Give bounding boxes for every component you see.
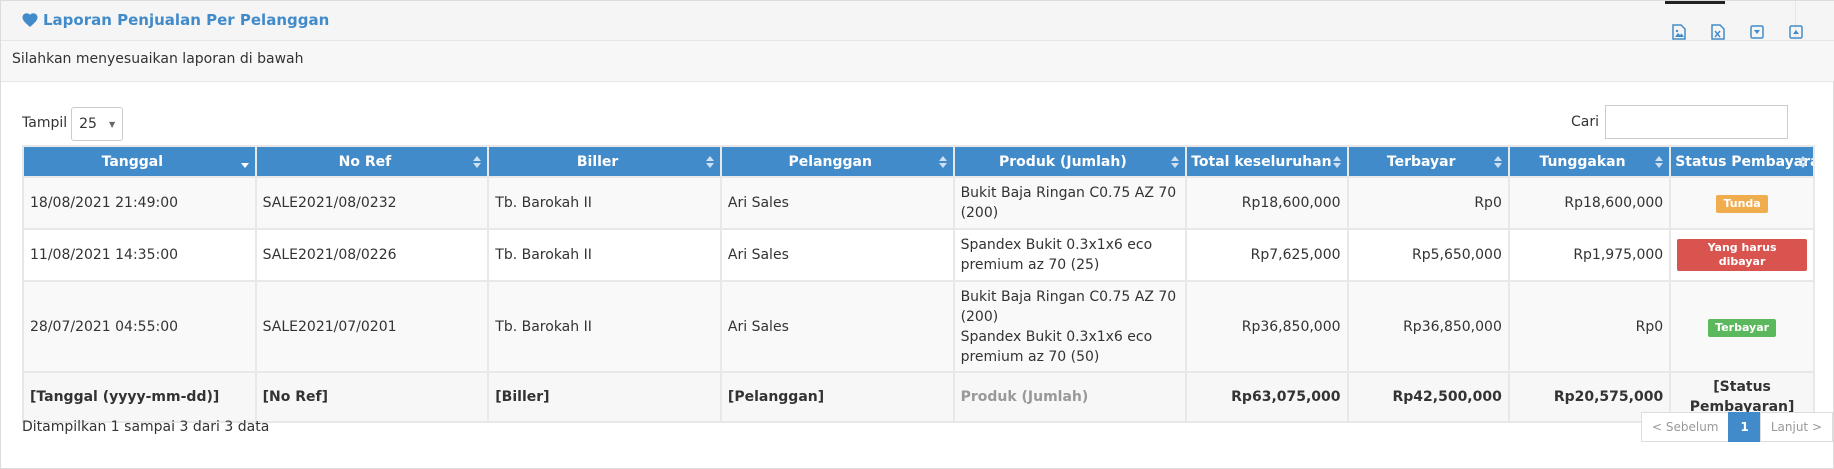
- cell-produk: Bukit Baja Ringan C0.75 AZ 70 (200) Span…: [952, 280, 1188, 373]
- cell-produk: Spandex Bukit 0.3x1x6 eco premium az 70 …: [952, 228, 1188, 282]
- sort-icon: [1170, 155, 1180, 169]
- cell-no-ref: SALE2021/07/0201: [254, 280, 490, 373]
- panel-header: Laporan Penjualan Per Pelanggan: [1, 1, 1834, 41]
- cell-produk: Bukit Baja Ringan C0.75 AZ 70 (200): [952, 176, 1188, 230]
- sort-icon: [1798, 155, 1808, 169]
- column-header-biller[interactable]: Biller: [487, 145, 722, 178]
- produk-line: Bukit Baja Ringan C0.75 AZ 70 (200): [960, 288, 1177, 325]
- footer-terbayar-sum: Rp42,500,000: [1346, 371, 1510, 423]
- column-header-tunggakan[interactable]: Tunggakan: [1507, 145, 1672, 178]
- sort-desc-icon: [240, 155, 250, 169]
- image-export-icon[interactable]: [1670, 23, 1688, 41]
- search-input[interactable]: [1605, 105, 1788, 139]
- search-label: Cari: [1571, 114, 1599, 130]
- cell-no-ref: SALE2021/08/0232: [254, 176, 490, 230]
- table-info: Ditampilkan 1 sampai 3 dari 3 data: [22, 419, 270, 435]
- produk-line: Spandex Bukit 0.3x1x6 eco premium az 70 …: [960, 237, 1153, 273]
- cell-tunggakan: Rp1,975,000: [1507, 228, 1672, 282]
- sort-icon: [472, 155, 482, 169]
- cell-tunggakan: Rp18,600,000: [1507, 176, 1672, 230]
- produk-line: Spandex Bukit 0.3x1x6 eco premium az 70 …: [960, 328, 1153, 365]
- sort-icon: [1654, 155, 1664, 169]
- table-header-row: Tanggal No Ref Biller Pelanggan Produk (…: [22, 145, 1815, 178]
- column-header-no-ref[interactable]: No Ref: [254, 145, 490, 178]
- page-length-value: 25: [79, 116, 97, 132]
- table-footer-row: [Tanggal (yyyy-mm-dd)] [No Ref] [Biller]…: [22, 371, 1815, 423]
- tooltip-arrow: [1665, 1, 1725, 4]
- footer-filter-no-ref[interactable]: [No Ref]: [254, 371, 490, 423]
- page-length-control: Tampil 25 ▼: [22, 105, 124, 141]
- cell-biller: Tb. Barokah II: [487, 280, 722, 373]
- cell-no-ref: SALE2021/08/0226: [254, 228, 490, 282]
- heart-icon: [21, 11, 39, 29]
- pagination-prev-button[interactable]: < Sebelum: [1641, 412, 1730, 442]
- cell-terbayar: Rp5,650,000: [1346, 228, 1510, 282]
- page-title: Laporan Penjualan Per Pelanggan: [21, 11, 329, 29]
- cell-biller: Tb. Barokah II: [487, 176, 722, 230]
- pagination: < Sebelum 1 Lanjut >: [1641, 412, 1833, 442]
- cell-total: Rp18,600,000: [1185, 176, 1349, 230]
- page-length-label: Tampil: [22, 115, 68, 131]
- cell-tanggal: 11/08/2021 14:35:00: [22, 228, 257, 282]
- page-length-select[interactable]: 25 ▼: [71, 107, 124, 141]
- column-header-pelanggan[interactable]: Pelanggan: [719, 145, 955, 178]
- table-row[interactable]: 18/08/2021 21:49:00 SALE2021/08/0232 Tb.…: [22, 176, 1815, 230]
- page-title-text: Laporan Penjualan Per Pelanggan: [43, 11, 330, 29]
- column-header-total[interactable]: Total keseluruhan: [1185, 145, 1349, 178]
- column-header-tanggal[interactable]: Tanggal: [22, 145, 257, 178]
- footer-filter-pelanggan[interactable]: [Pelanggan]: [719, 371, 955, 423]
- chevron-down-icon: ▼: [108, 119, 116, 129]
- cell-tunggakan: Rp0: [1507, 280, 1672, 373]
- status-badge: Tunda: [1716, 195, 1768, 213]
- cell-tanggal: 18/08/2021 21:49:00: [22, 176, 257, 230]
- sort-icon: [705, 155, 715, 169]
- cell-total: Rp7,625,000: [1185, 228, 1349, 282]
- header-tools: [1649, 23, 1805, 41]
- status-badge: Yang harus dibayar: [1677, 239, 1807, 271]
- sort-icon: [1332, 155, 1342, 169]
- table-row[interactable]: 11/08/2021 14:35:00 SALE2021/08/0226 Tb.…: [22, 228, 1815, 282]
- cell-terbayar: Rp0: [1346, 176, 1510, 230]
- cell-pelanggan: Ari Sales: [719, 228, 955, 282]
- sort-icon: [938, 155, 948, 169]
- intro-text: Silahkan menyesuaikan laporan di bawah: [1, 41, 1834, 82]
- footer-filter-tanggal[interactable]: [Tanggal (yyyy-mm-dd)]: [22, 371, 257, 423]
- pagination-next-button[interactable]: Lanjut >: [1759, 412, 1833, 442]
- search-control: Cari: [1571, 105, 1788, 139]
- cell-pelanggan: Ari Sales: [719, 280, 955, 373]
- report-panel: Laporan Penjualan Per Pelanggan Silahkan…: [0, 0, 1834, 469]
- cell-status: Terbayar: [1669, 280, 1815, 373]
- excel-export-icon[interactable]: [1709, 23, 1727, 41]
- footer-filter-biller[interactable]: [Biller]: [487, 371, 722, 423]
- footer-produk-label: Produk (Jumlah): [952, 371, 1188, 423]
- footer-total-sum: Rp63,075,000: [1185, 371, 1349, 423]
- cell-status: Yang harus dibayar: [1669, 228, 1815, 282]
- column-header-terbayar[interactable]: Terbayar: [1346, 145, 1510, 178]
- cell-tanggal: 28/07/2021 04:55:00: [22, 280, 257, 373]
- cell-total: Rp36,850,000: [1185, 280, 1349, 373]
- expand-up-icon[interactable]: [1787, 23, 1805, 41]
- cell-terbayar: Rp36,850,000: [1346, 280, 1510, 373]
- produk-line: Bukit Baja Ringan C0.75 AZ 70 (200): [960, 185, 1177, 221]
- status-badge: Terbayar: [1708, 318, 1777, 337]
- sort-icon: [1493, 155, 1503, 169]
- column-header-status[interactable]: Status Pembayaran: [1669, 145, 1815, 178]
- collapse-down-icon[interactable]: [1748, 23, 1766, 41]
- cell-biller: Tb. Barokah II: [487, 228, 722, 282]
- cell-pelanggan: Ari Sales: [719, 176, 955, 230]
- column-header-produk[interactable]: Produk (Jumlah): [952, 145, 1188, 178]
- sales-table: Tanggal No Ref Biller Pelanggan Produk (…: [22, 145, 1815, 423]
- cell-status: Tunda: [1669, 176, 1815, 230]
- pagination-page-1[interactable]: 1: [1728, 412, 1761, 442]
- table-row[interactable]: 28/07/2021 04:55:00 SALE2021/07/0201 Tb.…: [22, 280, 1815, 373]
